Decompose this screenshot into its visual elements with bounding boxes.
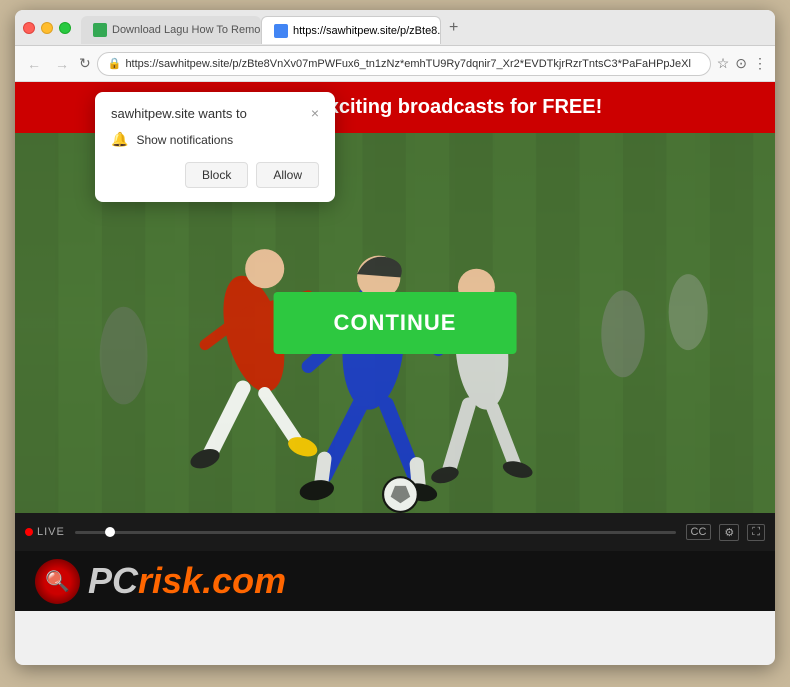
maximize-window-button[interactable] bbox=[59, 22, 71, 34]
page-content: C… the most exciting broadcasts for FREE… bbox=[15, 82, 775, 665]
block-button[interactable]: Block bbox=[185, 162, 248, 188]
popup-title: sawhitpew.site wants to bbox=[111, 106, 247, 121]
tab-favicon-2 bbox=[274, 24, 288, 38]
bell-icon: 🔔 bbox=[111, 131, 128, 148]
tab-label-2: https://sawhitpew.site/p/zBte8... bbox=[293, 25, 441, 37]
popup-buttons: Block Allow bbox=[111, 162, 319, 188]
brand-risk-text: risk bbox=[138, 560, 202, 601]
brand-text: PCrisk.com bbox=[88, 560, 286, 602]
control-icons: CC ⚙ ⛶ bbox=[686, 524, 765, 541]
progress-bar[interactable] bbox=[75, 531, 676, 534]
secure-icon: 🔒 bbox=[108, 57, 122, 70]
browser-menu-icon[interactable]: ⋮ bbox=[753, 55, 767, 72]
traffic-lights bbox=[23, 22, 71, 34]
refresh-button[interactable]: ↻ bbox=[79, 55, 91, 72]
settings-icon[interactable]: ⚙ bbox=[719, 524, 739, 541]
tab-label-1: Download Lagu How To Remo... bbox=[112, 24, 261, 36]
brand-dot-text: . bbox=[202, 560, 212, 601]
close-window-button[interactable] bbox=[23, 22, 35, 34]
url-text: https://sawhitpew.site/p/zBte8VnXv07mPWF… bbox=[125, 58, 699, 70]
minimize-window-button[interactable] bbox=[41, 22, 53, 34]
brand-com-text: com bbox=[212, 560, 286, 601]
cc-button[interactable]: CC bbox=[686, 524, 712, 540]
popup-header: sawhitpew.site wants to × bbox=[111, 106, 319, 121]
tab-2[interactable]: https://sawhitpew.site/p/zBte8... × bbox=[261, 16, 441, 44]
url-bar[interactable]: 🔒 https://sawhitpew.site/p/zBte8VnXv07mP… bbox=[97, 52, 711, 76]
bookmark-star-icon[interactable]: ☆ bbox=[717, 55, 730, 72]
fullscreen-button[interactable]: ⛶ bbox=[747, 524, 765, 541]
progress-indicator bbox=[105, 527, 115, 537]
continue-button[interactable]: CONTINUE bbox=[274, 292, 517, 354]
live-label: LIVE bbox=[37, 526, 65, 538]
brand-pc-text: PC bbox=[88, 560, 138, 601]
back-button[interactable]: ← bbox=[23, 54, 45, 74]
browser-window: Download Lagu How To Remo... × https://s… bbox=[15, 10, 775, 665]
new-tab-button[interactable]: + bbox=[441, 10, 466, 45]
tab-favicon-1 bbox=[93, 23, 107, 37]
notification-text: Show notifications bbox=[136, 133, 233, 147]
forward-button[interactable]: → bbox=[51, 54, 73, 74]
brand-logo: PCrisk.com bbox=[35, 559, 286, 604]
footer-brand: PCrisk.com bbox=[15, 551, 775, 611]
tabs-bar: Download Lagu How To Remo... × https://s… bbox=[81, 10, 767, 45]
live-badge: LIVE bbox=[25, 526, 65, 538]
banner-free: FREE! bbox=[542, 96, 602, 118]
live-indicator-dot bbox=[25, 528, 33, 536]
address-bar: ← → ↻ 🔒 https://sawhitpew.site/p/zBte8Vn… bbox=[15, 46, 775, 82]
account-icon[interactable]: ⊙ bbox=[735, 55, 747, 72]
notification-popup: sawhitpew.site wants to × 🔔 Show notific… bbox=[95, 92, 335, 202]
tab-1[interactable]: Download Lagu How To Remo... × bbox=[81, 16, 261, 44]
allow-button[interactable]: Allow bbox=[256, 162, 319, 188]
video-controls-bar: LIVE CC ⚙ ⛶ bbox=[15, 513, 775, 551]
title-bar: Download Lagu How To Remo... × https://s… bbox=[15, 10, 775, 46]
brand-logo-icon bbox=[35, 559, 80, 604]
popup-notification-row: 🔔 Show notifications bbox=[111, 131, 319, 148]
popup-close-button[interactable]: × bbox=[311, 106, 319, 120]
